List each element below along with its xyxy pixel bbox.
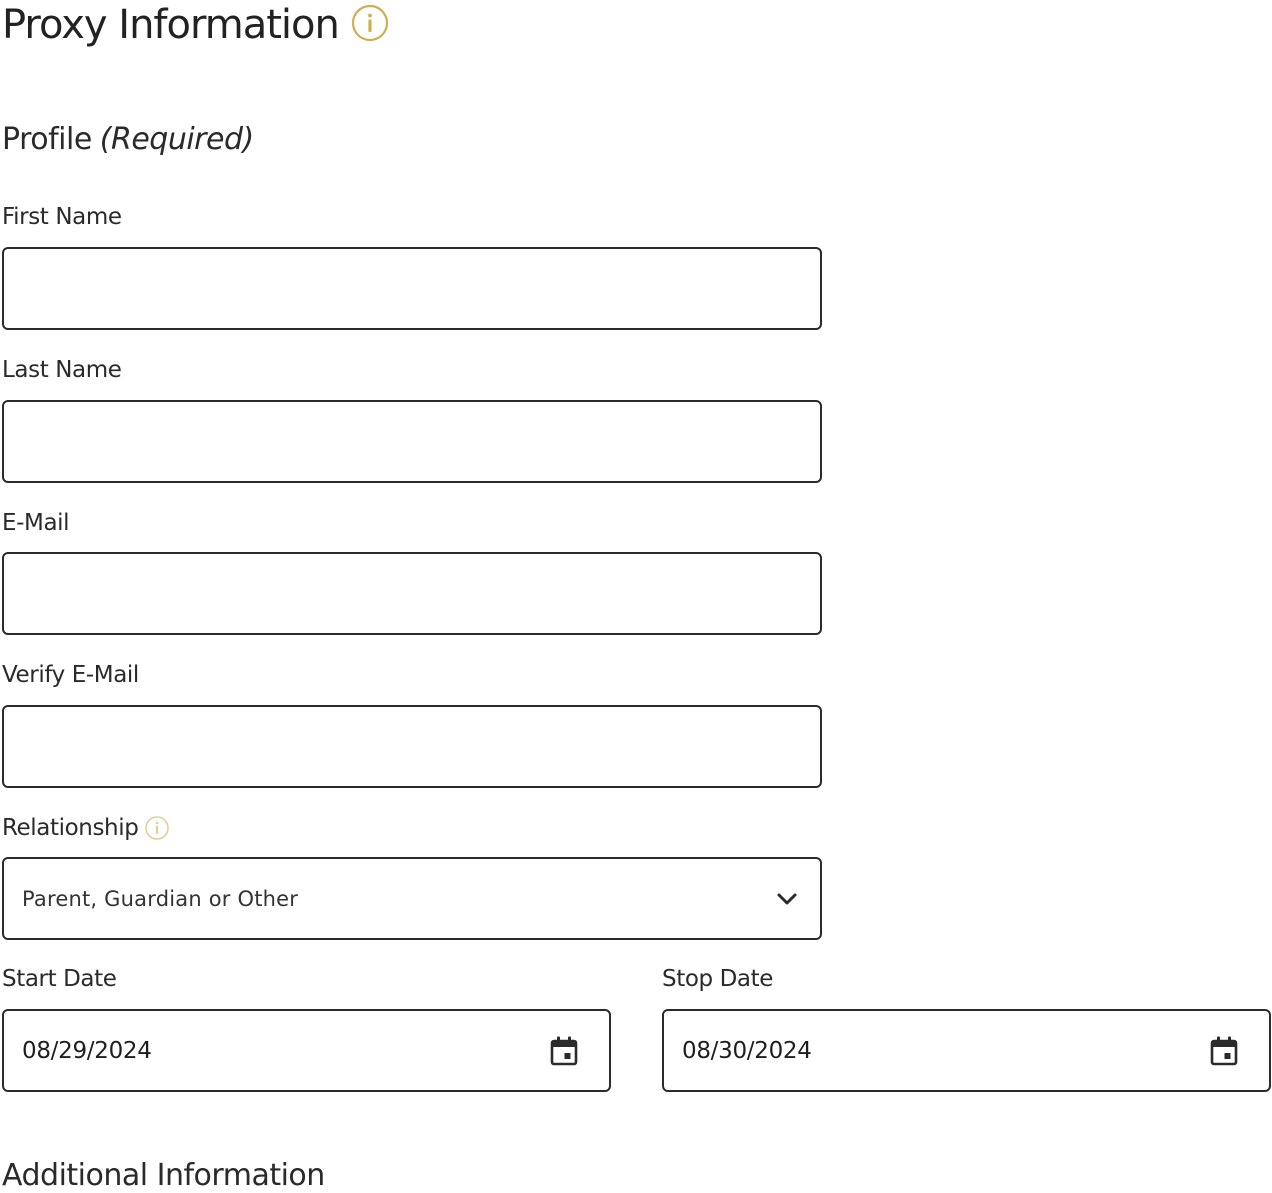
email-label: E-Mail — [2, 510, 70, 536]
verify-email-input[interactable] — [4, 707, 820, 786]
additional-information-heading: Additional Information — [2, 1158, 325, 1193]
start-date-field[interactable]: 08/29/2024 — [2, 1009, 611, 1092]
profile-heading: Profile (Required) — [2, 122, 254, 157]
first-name-label: First Name — [2, 204, 122, 230]
verify-email-field[interactable] — [2, 705, 822, 788]
profile-heading-text: Profile — [2, 122, 92, 157]
start-date-value: 08/29/2024 — [22, 1037, 152, 1064]
first-name-input[interactable] — [4, 249, 820, 328]
stop-date-label: Stop Date — [662, 966, 773, 992]
page-title: Proxy Information — [2, 2, 340, 48]
last-name-field[interactable] — [2, 400, 822, 483]
first-name-field[interactable] — [2, 247, 822, 330]
email-input[interactable] — [4, 554, 820, 633]
chevron-down-icon — [777, 893, 797, 904]
relationship-selected-value: Parent, Guardian or Other — [22, 886, 299, 911]
relationship-label-row: Relationship — [2, 815, 170, 841]
stop-date-field[interactable]: 08/30/2024 — [662, 1009, 1271, 1092]
relationship-info-icon[interactable] — [144, 815, 170, 841]
last-name-label: Last Name — [2, 357, 122, 383]
calendar-icon[interactable] — [1209, 1035, 1239, 1067]
relationship-label: Relationship — [2, 815, 139, 841]
verify-email-label: Verify E-Mail — [2, 662, 139, 688]
stop-date-value: 08/30/2024 — [682, 1037, 812, 1064]
relationship-select[interactable]: Parent, Guardian or Other — [2, 857, 822, 940]
info-icon[interactable] — [351, 4, 389, 42]
start-date-label: Start Date — [2, 966, 117, 992]
required-note: (Required) — [99, 122, 254, 157]
calendar-icon[interactable] — [549, 1035, 579, 1067]
page-title-row: Proxy Information — [2, 0, 389, 50]
last-name-input[interactable] — [4, 402, 820, 481]
email-field[interactable] — [2, 552, 822, 635]
